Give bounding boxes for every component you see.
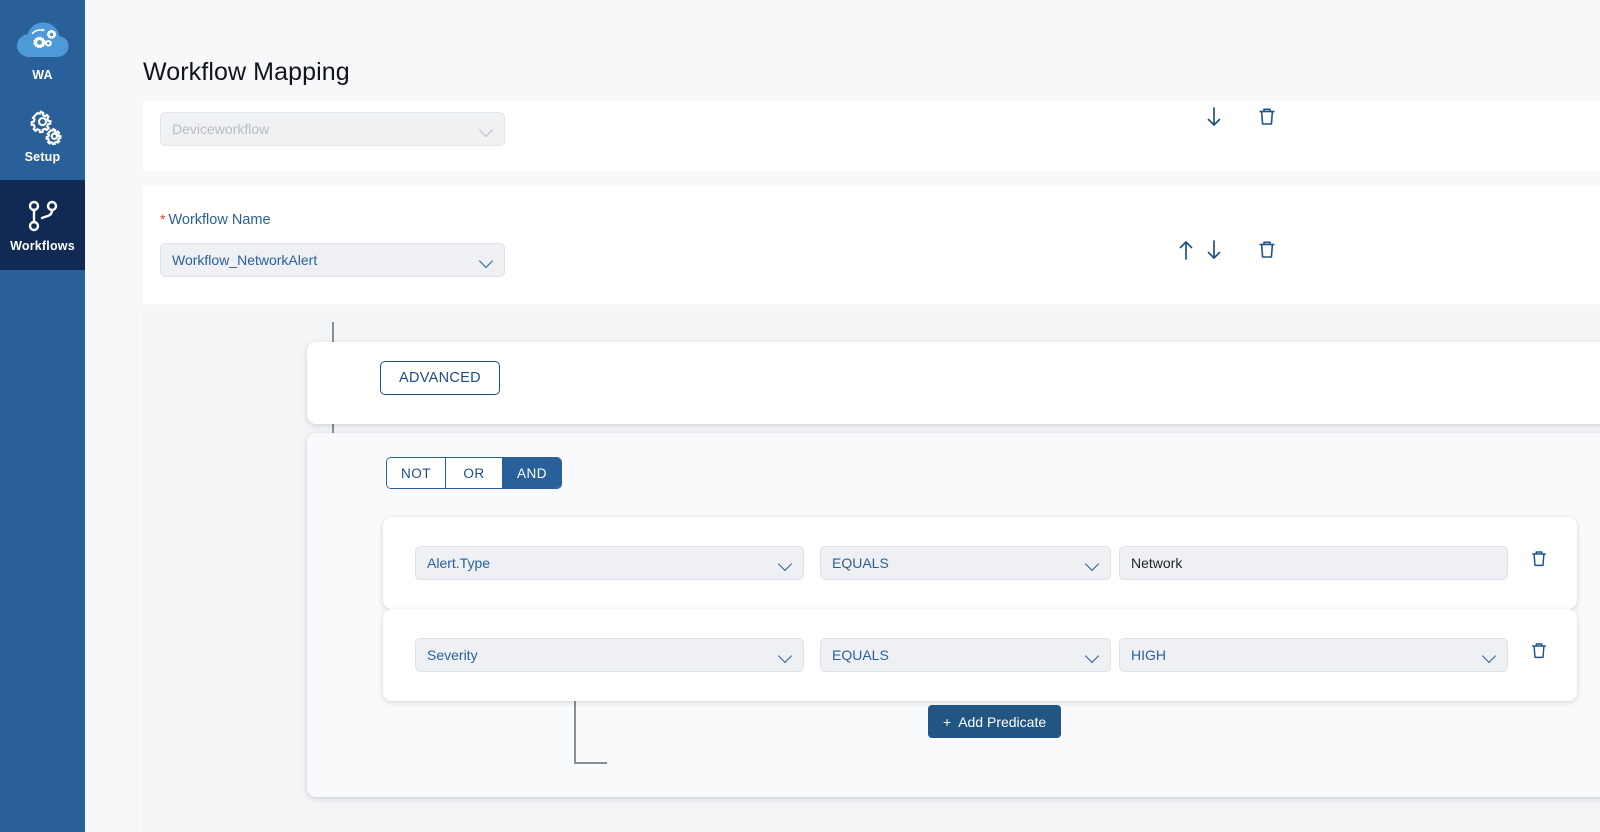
logical-operator-group: NOT OR AND xyxy=(386,457,563,489)
sidebar-item-label: Workflows xyxy=(10,238,75,253)
move-down-button[interactable] xyxy=(1203,238,1229,264)
main-content: Workflow Mapping Deviceworkflow * Workfl… xyxy=(85,0,1600,832)
add-predicate-label: Add Predicate xyxy=(958,713,1047,730)
plus-glyph: + xyxy=(943,713,952,730)
predicate-row: Severity EQUALS HIGH xyxy=(383,609,1577,701)
device-workflow-row: Deviceworkflow xyxy=(143,101,1600,171)
delete-button[interactable] xyxy=(1256,105,1282,131)
move-down-button[interactable] xyxy=(1203,105,1229,131)
workflow-name-select[interactable]: Workflow_NetworkAlert xyxy=(160,243,505,277)
sidebar-item-setup[interactable]: Setup xyxy=(0,92,85,180)
sidebar-item-wa[interactable]: WA xyxy=(0,0,85,92)
sidebar-item-label: WA xyxy=(32,67,53,82)
delete-predicate-button[interactable] xyxy=(1529,640,1555,666)
workflow-fork-icon xyxy=(23,198,63,234)
chevron-down-icon xyxy=(1086,559,1099,567)
add-predicate-button[interactable]: + Add Predicate xyxy=(928,705,1062,738)
cloud-gears-icon xyxy=(14,19,72,63)
operator-or-button[interactable]: OR xyxy=(446,458,503,488)
sidebar-item-label: Setup xyxy=(24,149,61,164)
sidebar: WA Setup Workflows xyxy=(0,0,85,832)
chevron-down-icon xyxy=(1086,651,1099,659)
tree-connector-line xyxy=(574,762,607,764)
chevron-down-icon xyxy=(480,256,493,264)
chevron-down-icon xyxy=(480,125,493,133)
predicate-field-select[interactable]: Severity xyxy=(415,638,804,672)
predicate-row: Alert.Type EQUALS Network xyxy=(383,517,1577,609)
device-workflow-select[interactable]: Deviceworkflow xyxy=(160,112,505,146)
gears-icon xyxy=(22,109,64,145)
operator-not-button[interactable]: NOT xyxy=(387,458,446,488)
advanced-panel: ADVANCED xyxy=(307,342,1600,424)
delete-predicate-button[interactable] xyxy=(1529,548,1555,574)
advanced-button[interactable]: ADVANCED xyxy=(380,361,500,395)
condition-group-panel: NOT OR AND Alert.Type EQUALS Network Sev… xyxy=(307,433,1600,797)
move-up-button[interactable] xyxy=(1175,238,1201,264)
chevron-down-icon xyxy=(779,559,792,567)
predicate-field-select[interactable]: Alert.Type xyxy=(415,546,804,580)
predicate-operator-select[interactable]: EQUALS xyxy=(820,546,1111,580)
delete-button[interactable] xyxy=(1256,238,1282,264)
sidebar-item-workflows[interactable]: Workflows xyxy=(0,180,85,270)
page-title: Workflow Mapping xyxy=(143,58,350,86)
predicate-operator-select[interactable]: EQUALS xyxy=(820,638,1111,672)
condition-builder: ADVANCED NOT OR AND Alert.Type EQUALS Ne… xyxy=(143,312,1600,832)
app-root: WA Setup Workflows Workflow Mapping Devi… xyxy=(0,0,1600,832)
chevron-down-icon xyxy=(1483,651,1496,659)
workflow-name-row: * Workflow Name Workflow_NetworkAlert xyxy=(143,186,1600,304)
chevron-down-icon xyxy=(779,651,792,659)
operator-and-button[interactable]: AND xyxy=(503,458,562,488)
predicate-value-select[interactable]: HIGH xyxy=(1119,638,1508,672)
predicate-value-input[interactable]: Network xyxy=(1119,546,1508,580)
workflow-name-label: * Workflow Name xyxy=(160,211,271,228)
required-asterisk: * xyxy=(160,211,166,227)
